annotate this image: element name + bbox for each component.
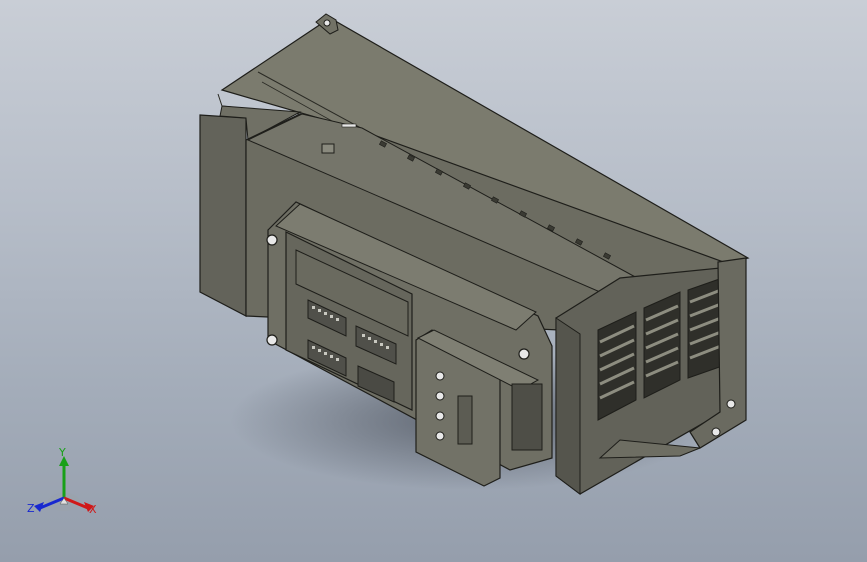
display-window — [457, 395, 473, 445]
mount-hole-right — [726, 399, 736, 409]
fan-housing-side — [555, 317, 581, 495]
3d-model[interactable] — [0, 0, 867, 562]
triad-x-label: X — [89, 503, 97, 516]
triad-y-label: Y — [59, 446, 66, 459]
panel-screw-right — [518, 348, 530, 360]
triad-z-label: Z — [27, 502, 35, 515]
cad-graphics-area[interactable]: Y Z X — [0, 0, 867, 562]
panel-screw-bottom-left — [266, 334, 278, 346]
axis-triad: Y Z X — [22, 446, 106, 526]
mount-hole-top — [323, 19, 331, 27]
housing-left-end — [199, 114, 247, 317]
side-label-plate — [511, 383, 543, 451]
panel-screw-top-left — [266, 234, 278, 246]
indicator-strip — [341, 123, 357, 128]
latch-window — [321, 143, 335, 154]
mount-hole-bottom — [711, 427, 721, 437]
